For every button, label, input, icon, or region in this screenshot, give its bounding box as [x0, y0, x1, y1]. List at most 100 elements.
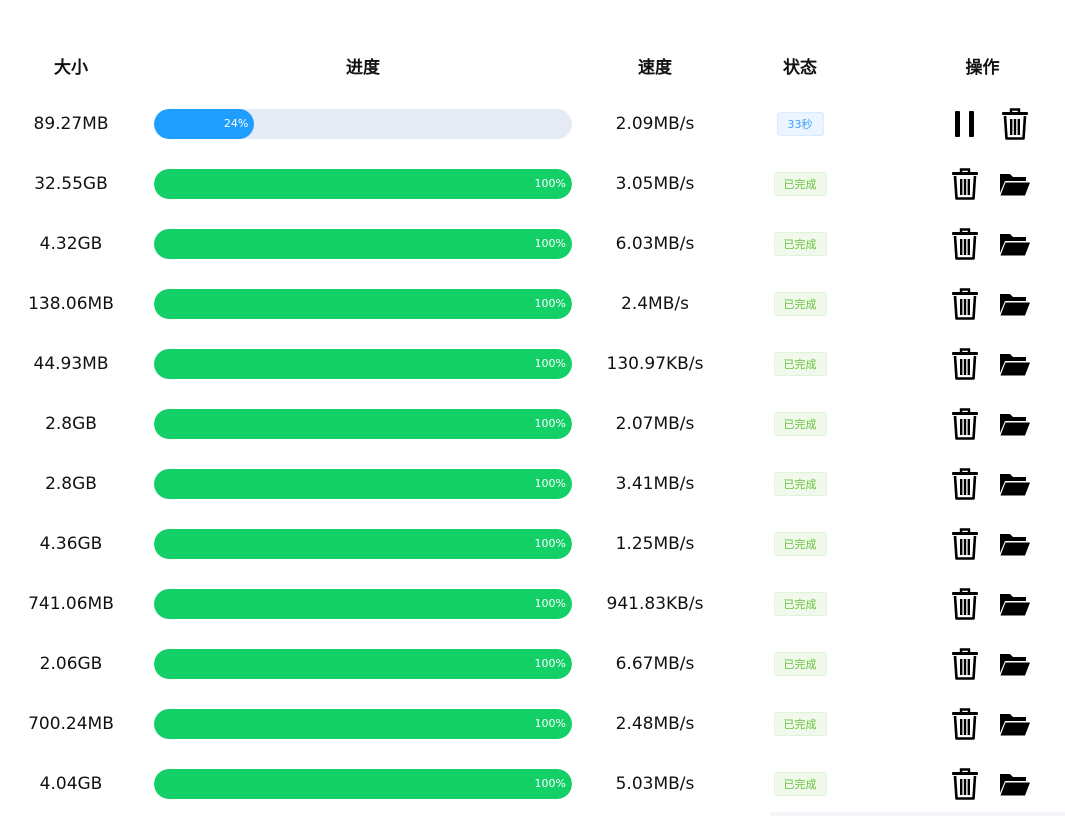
table-row: 138.06MB 100% 2.4MB/s 已完成 [0, 274, 1065, 334]
folder-open-icon [999, 291, 1031, 317]
status-cell: 已完成 [740, 754, 860, 814]
pause-icon [952, 109, 978, 139]
download-speed: 2.07MB/s [615, 414, 695, 434]
status-cell: 已完成 [740, 334, 860, 394]
trash-button[interactable] [948, 467, 982, 501]
column-header-progress: 进度 [346, 58, 380, 78]
progress-bar: 100% [154, 169, 572, 199]
progress-bar-fill: 100% [154, 409, 572, 439]
trash-button[interactable] [948, 347, 982, 381]
trash-button[interactable] [948, 707, 982, 741]
download-speed: 130.97KB/s [606, 354, 704, 374]
folder-open-button[interactable] [998, 527, 1032, 561]
progress-label: 100% [534, 477, 566, 490]
folder-open-button[interactable] [998, 347, 1032, 381]
trash-icon [951, 528, 979, 560]
actions-cell [900, 754, 1065, 814]
table-row: 32.55GB 100% 3.05MB/s 已完成 [0, 154, 1065, 214]
trash-button[interactable] [948, 407, 982, 441]
table-row: 44.93MB 100% 130.97KB/s 已完成 [0, 334, 1065, 394]
status-badge-completed: 已完成 [773, 592, 827, 616]
trash-icon [951, 468, 979, 500]
actions-cell [900, 574, 1065, 634]
status-cell: 已完成 [740, 394, 860, 454]
trash-button[interactable] [948, 527, 982, 561]
column-header-size: 大小 [54, 58, 88, 78]
actions-cell [900, 394, 1065, 454]
progress-label: 100% [534, 237, 566, 250]
download-speed: 2.48MB/s [615, 714, 695, 734]
folder-open-button[interactable] [998, 467, 1032, 501]
folder-open-button[interactable] [998, 407, 1032, 441]
trash-button[interactable] [948, 167, 982, 201]
status-cell: 已完成 [740, 214, 860, 274]
actions-cell [900, 514, 1065, 574]
folder-open-button[interactable] [998, 647, 1032, 681]
progress-bar-fill: 100% [154, 169, 572, 199]
file-size: 32.55GB [34, 174, 108, 194]
progress-bar-fill: 100% [154, 349, 572, 379]
table-row: 2.8GB 100% 2.07MB/s 已完成 [0, 394, 1065, 454]
file-size: 741.06MB [28, 594, 114, 614]
trash-icon [951, 648, 979, 680]
table-row: 4.32GB 100% 6.03MB/s 已完成 [0, 214, 1065, 274]
pause-button[interactable] [948, 107, 982, 141]
progress-cell: 100% [154, 514, 572, 574]
progress-bar: 100% [154, 469, 572, 499]
status-badge-completed: 已完成 [773, 172, 827, 196]
trash-icon [951, 228, 979, 260]
folder-open-icon [999, 351, 1031, 377]
folder-open-button[interactable] [998, 767, 1032, 801]
progress-label: 100% [534, 597, 566, 610]
status-badge-completed: 已完成 [773, 292, 827, 316]
table-header: 大小 进度 速度 状态 操作 [0, 47, 1065, 89]
download-speed: 941.83KB/s [606, 594, 704, 614]
file-size: 44.93MB [33, 354, 109, 374]
progress-cell: 100% [154, 394, 572, 454]
folder-open-icon [999, 711, 1031, 737]
trash-button[interactable] [948, 647, 982, 681]
folder-open-button[interactable] [998, 227, 1032, 261]
folder-open-button[interactable] [998, 167, 1032, 201]
file-size: 2.8GB [45, 474, 97, 494]
table-row: 4.36GB 100% 1.25MB/s 已完成 [0, 514, 1065, 574]
folder-open-icon [999, 771, 1031, 797]
status-badge-completed: 已完成 [773, 772, 827, 796]
status-badge-completed: 已完成 [773, 532, 827, 556]
trash-icon [951, 348, 979, 380]
progress-cell: 100% [154, 754, 572, 814]
status-badge-completed: 已完成 [773, 472, 827, 496]
progress-label: 100% [534, 657, 566, 670]
file-size: 2.8GB [45, 414, 97, 434]
trash-icon [951, 168, 979, 200]
trash-button[interactable] [948, 767, 982, 801]
download-speed: 2.09MB/s [615, 114, 695, 134]
download-speed: 2.4MB/s [621, 294, 689, 314]
trash-button[interactable] [948, 227, 982, 261]
progress-bar-fill: 100% [154, 529, 572, 559]
trash-icon [951, 768, 979, 800]
actions-cell [900, 334, 1065, 394]
status-cell: 已完成 [740, 574, 860, 634]
column-header-actions: 操作 [965, 58, 1000, 78]
trash-icon [1001, 108, 1029, 140]
folder-open-button[interactable] [998, 287, 1032, 321]
trash-button[interactable] [948, 287, 982, 321]
progress-label: 100% [534, 357, 566, 370]
progress-bar: 100% [154, 229, 572, 259]
folder-open-icon [999, 531, 1031, 557]
download-speed: 5.03MB/s [615, 774, 695, 794]
folder-open-button[interactable] [998, 707, 1032, 741]
folder-open-button[interactable] [998, 587, 1032, 621]
progress-bar-fill: 100% [154, 649, 572, 679]
column-header-speed: 速度 [638, 58, 672, 78]
table-row: 700.24MB 100% 2.48MB/s 已完成 [0, 694, 1065, 754]
trash-button[interactable] [998, 107, 1032, 141]
progress-label: 100% [534, 537, 566, 550]
progress-bar: 100% [154, 649, 572, 679]
file-size: 4.36GB [39, 534, 103, 554]
folder-open-icon [999, 411, 1031, 437]
progress-bar: 100% [154, 349, 572, 379]
file-size: 2.06GB [39, 654, 103, 674]
trash-button[interactable] [948, 587, 982, 621]
